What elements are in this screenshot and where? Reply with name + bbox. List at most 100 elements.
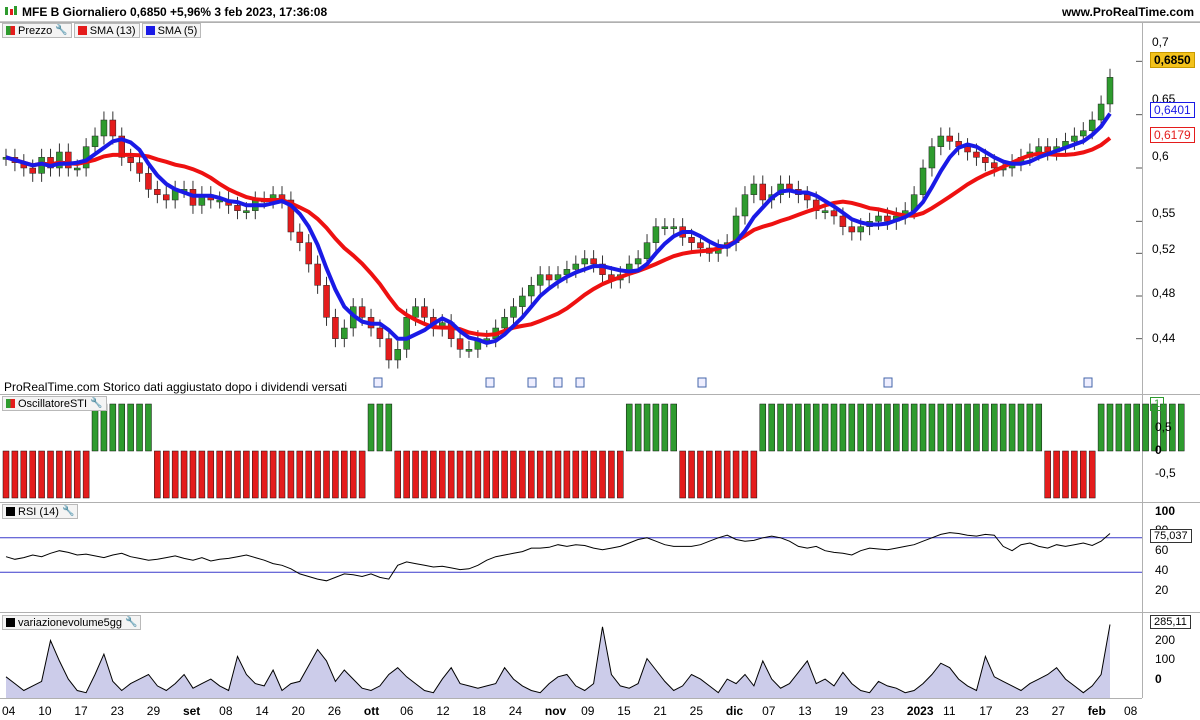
candle-body [946,135,953,142]
legend-sma5[interactable]: SMA (5) [141,23,202,38]
sti-bar [474,450,482,499]
sti-bar [625,403,633,452]
candle-body [376,327,384,339]
rsi-legend: RSI (14) 🔧 [2,504,79,519]
sti-bar [732,450,740,499]
sti-bar [982,403,989,452]
settings-wrench-icon[interactable]: 🔧 [62,506,74,517]
legend-prezzo[interactable]: Prezzo 🔧 [2,23,72,38]
volume-tick: 200 [1155,633,1176,647]
sti-bar [465,450,473,499]
sti-bar [430,450,437,499]
price-tick: 0,7 [1152,35,1169,49]
price-tick: 0,44 [1152,331,1176,345]
x-tick-label: nov [544,704,567,718]
settings-wrench-icon[interactable]: 🔧 [125,617,137,628]
rsi-tick: 60 [1155,543,1169,557]
candle-body [332,317,339,339]
legend-rsi-label: RSI (14) [18,505,59,518]
sti-bar [1177,403,1185,452]
candle-body [136,162,143,174]
sti-bar [643,403,651,452]
x-tick-label: ott [363,704,380,718]
sti-bar [973,403,980,452]
legend-prezzo-label: Prezzo [18,24,53,37]
candle-body [1071,135,1078,142]
candle-body [127,157,134,163]
candle-body [1097,103,1105,121]
settings-wrench-icon[interactable]: 🔧 [55,25,67,36]
x-tick-label: 09 [581,704,595,718]
sti-bar [715,450,722,499]
dividend-marker-icon [553,377,563,388]
candle-body [643,242,651,259]
legend-sti[interactable]: OscillatoreSTI 🔧 [2,396,107,411]
x-tick-label: 10 [38,704,52,718]
sti-bar [145,403,152,452]
candle-body [1088,119,1096,131]
candle-body [154,189,161,195]
sti-bar [65,450,72,499]
candle-body [394,349,401,361]
candle-body [465,349,473,352]
candle-body [884,215,891,222]
sti-bar [786,403,793,452]
sti-bar [1026,403,1034,452]
legend-volume[interactable]: variazionevolume5gg 🔧 [2,615,142,630]
sti-bar [572,450,580,499]
sti-bar [866,403,873,452]
settings-wrench-icon[interactable]: 🔧 [90,398,102,409]
dividend-marker-icon [1083,377,1093,388]
sti-bar [999,403,1007,452]
sti-bar [1053,450,1060,499]
sma13-value-tag: 0,6179 [1150,127,1195,143]
sti-bar [11,450,19,499]
candle-body [385,338,393,361]
sti-bar [305,450,312,499]
price-tick: 0,55 [1152,206,1176,220]
x-tick-label: 18 [472,704,486,718]
sti-bar [1071,450,1078,499]
sti-bar [29,450,36,499]
candle-body [848,226,856,233]
candle-body [296,231,304,243]
sti-bar [234,450,241,499]
sti-bar [287,450,295,499]
sti-bar [697,450,704,499]
legend-sti-label: OscillatoreSTI [18,397,88,410]
sti-bar [1115,403,1123,452]
x-tick-label: 26 [327,704,342,718]
sti-bar [456,450,464,499]
x-tick-label: dic [725,704,744,718]
candle-body [973,151,980,158]
sti-bar [189,450,197,499]
candle-body [670,226,677,229]
sti-bar [1088,450,1096,499]
sti-bar [260,450,268,499]
x-tick-label: 20 [291,704,305,718]
sti-bar [937,403,945,452]
dividend-marker-icon [527,377,537,388]
sti-bar [554,450,562,499]
volume-tick: 0 [1155,672,1162,686]
sti-bar [198,450,206,499]
sti-bar [252,450,259,499]
rsi-tick: 20 [1155,583,1169,597]
candle-body [581,258,588,265]
legend-sma13[interactable]: SMA (13) [73,23,140,38]
candle-body [536,274,544,286]
candle-body [688,237,695,243]
rsi-tick: 100 [1155,504,1176,518]
legend-rsi[interactable]: RSI (14) 🔧 [2,504,79,519]
sti-bar [946,403,953,452]
sti-bar [100,403,108,452]
sti-bar [839,403,847,452]
candle-body [91,135,99,147]
sti-bar [848,403,856,452]
candle-body [403,317,410,350]
candles-icon [6,26,15,35]
sti-bar [661,403,669,452]
sti-bar [519,450,526,499]
x-tick-label: feb [1087,704,1106,718]
sti-bar [2,450,10,499]
